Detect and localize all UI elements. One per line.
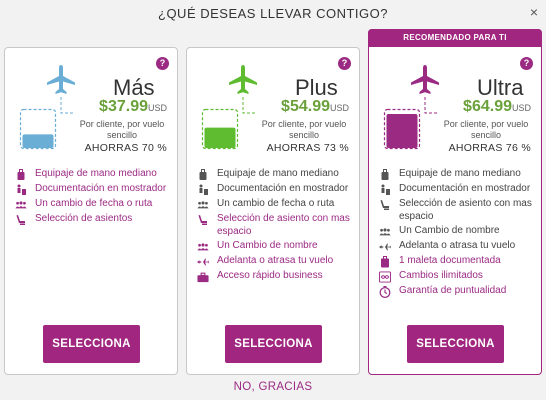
- feature-item: Documentación en mostrador: [197, 183, 357, 196]
- price-amount: $37.99: [99, 98, 148, 115]
- feature-text: Un cambio de fecha o ruta: [35, 198, 153, 209]
- feature-item: Documentación en mostrador: [15, 183, 175, 196]
- price-amount: $64.99: [463, 98, 512, 115]
- feature-item: Garantía de puntualidad: [379, 285, 539, 298]
- seat-icon: [197, 214, 209, 226]
- select-button[interactable]: SELECCIONA: [407, 325, 504, 363]
- feature-item: Equipaje de mano mediano: [15, 168, 175, 181]
- flight-change-icon: [379, 241, 391, 253]
- savings-label: AHORRAS 70 %: [84, 142, 167, 154]
- route-dashes-icon: [424, 97, 437, 114]
- clock-icon: [379, 286, 391, 298]
- price-note: Por cliente, por vuelo sencillo: [79, 119, 165, 140]
- feature-item: Un cambio de fecha o ruta: [197, 198, 357, 211]
- modal-header: ¿QUÉ DESEAS LLEVAR CONTIGO? ×: [0, 0, 546, 26]
- price-note: Por cliente, por vuelo sencillo: [443, 119, 529, 140]
- seat-icon: [15, 214, 27, 226]
- flight-change-icon: [197, 256, 209, 268]
- feature-text: Adelanta o atrasa tu vuelo: [399, 240, 516, 251]
- price: $54.99USD: [281, 98, 349, 116]
- feature-item: Selección de asientos: [15, 213, 175, 226]
- price: $64.99USD: [463, 98, 531, 116]
- feature-list: Equipaje de mano mediano Documentación e…: [197, 168, 357, 285]
- savings-label: AHORRAS 73 %: [266, 142, 349, 154]
- feature-item: Documentación en mostrador: [379, 183, 539, 196]
- feature-item: 1 maleta documentada: [379, 255, 539, 268]
- feature-text: Documentación en mostrador: [399, 183, 531, 194]
- recommended-banner: RECOMENDADO PARA TI: [368, 29, 542, 47]
- airplane-icon: [227, 64, 259, 96]
- no-thanks-link[interactable]: NO, GRACIAS: [0, 381, 546, 393]
- feature-text: Selección de asiento con mas espacio: [217, 213, 350, 237]
- feature-text: Cambios ilimitados: [399, 270, 483, 281]
- people-icon: [197, 199, 209, 211]
- feature-item: Un cambio de fecha o ruta: [15, 198, 175, 211]
- feature-item: Cambios ilimitados: [379, 270, 539, 283]
- airplane-icon: [45, 64, 77, 96]
- unlimited-icon: [379, 271, 391, 283]
- feature-text: Documentación en mostrador: [35, 183, 167, 194]
- luggage-icon: [201, 108, 239, 150]
- people-icon: [15, 199, 27, 211]
- people-icon: [379, 226, 391, 238]
- carry-on-icon: [197, 169, 209, 181]
- feature-item: Adelanta o atrasa tu vuelo: [197, 255, 357, 268]
- price: $37.99USD: [99, 98, 167, 116]
- feature-text: 1 maleta documentada: [399, 255, 501, 266]
- feature-list: Equipaje de mano mediano Documentación e…: [379, 168, 539, 300]
- route-dashes-icon: [60, 97, 73, 114]
- feature-item: Equipaje de mano mediano: [379, 168, 539, 181]
- modal-title: ¿QUÉ DESEAS LLEVAR CONTIGO?: [158, 6, 388, 21]
- feature-item: Selección de asiento con mas espacio: [379, 198, 539, 223]
- counter-checkin-icon: [15, 184, 27, 196]
- price-currency: USD: [147, 103, 167, 113]
- price-currency: USD: [329, 103, 349, 113]
- feature-text: Garantía de puntualidad: [399, 285, 507, 296]
- luggage-icon: [19, 108, 57, 150]
- feature-item: Un Cambio de nombre: [197, 240, 357, 253]
- feature-text: Un cambio de fecha o ruta: [217, 198, 335, 209]
- feature-item: Adelanta o atrasa tu vuelo: [379, 240, 539, 253]
- plan-card-plus[interactable]: ? Plus $54.99USD Por cliente, por vuelo se…: [186, 47, 360, 375]
- feature-item: Selección de asiento con mas espacio: [197, 213, 357, 238]
- help-icon[interactable]: ?: [520, 57, 533, 70]
- help-icon[interactable]: ?: [338, 57, 351, 70]
- select-button[interactable]: SELECCIONA: [225, 325, 322, 363]
- feature-text: Documentación en mostrador: [217, 183, 349, 194]
- close-icon[interactable]: ×: [530, 4, 538, 20]
- suitcase-icon: [379, 256, 391, 268]
- route-dashes-icon: [242, 97, 255, 114]
- feature-item: Un Cambio de nombre: [379, 225, 539, 238]
- plan-card-mas[interactable]: ? Más $37.99USD Por cliente, por vuelo sen…: [4, 47, 178, 375]
- counter-checkin-icon: [197, 184, 209, 196]
- help-icon[interactable]: ?: [156, 57, 169, 70]
- counter-checkin-icon: [379, 184, 391, 196]
- airplane-icon: [409, 64, 441, 96]
- feature-text: Un Cambio de nombre: [399, 225, 500, 236]
- feature-text: Equipaje de mano mediano: [399, 168, 521, 179]
- feature-item: Acceso rápido business: [197, 270, 357, 283]
- price-note: Por cliente, por vuelo sencillo: [261, 119, 347, 140]
- carry-on-icon: [15, 169, 27, 181]
- feature-text: Equipaje de mano mediano: [217, 168, 339, 179]
- feature-text: Selección de asiento con mas espacio: [399, 198, 532, 222]
- plan-card-ultra[interactable]: RECOMENDADO PARA TI? Ultra $64.99USD Por c…: [368, 29, 542, 375]
- feature-text: Selección de asientos: [35, 213, 133, 224]
- price-currency: USD: [511, 103, 531, 113]
- price-amount: $54.99: [281, 98, 330, 115]
- feature-item: Equipaje de mano mediano: [197, 168, 357, 181]
- savings-label: AHORRAS 76 %: [448, 142, 531, 154]
- seat-icon: [379, 199, 391, 211]
- carry-on-icon: [379, 169, 391, 181]
- select-button[interactable]: SELECCIONA: [43, 325, 140, 363]
- people-icon: [197, 241, 209, 253]
- feature-list: Equipaje de mano mediano Documentación e…: [15, 168, 175, 228]
- feature-text: Equipaje de mano mediano: [35, 168, 157, 179]
- luggage-icon: [383, 108, 421, 150]
- feature-text: Adelanta o atrasa tu vuelo: [217, 255, 334, 266]
- feature-text: Acceso rápido business: [217, 270, 323, 281]
- briefcase-icon: [197, 271, 209, 283]
- feature-text: Un Cambio de nombre: [217, 240, 318, 251]
